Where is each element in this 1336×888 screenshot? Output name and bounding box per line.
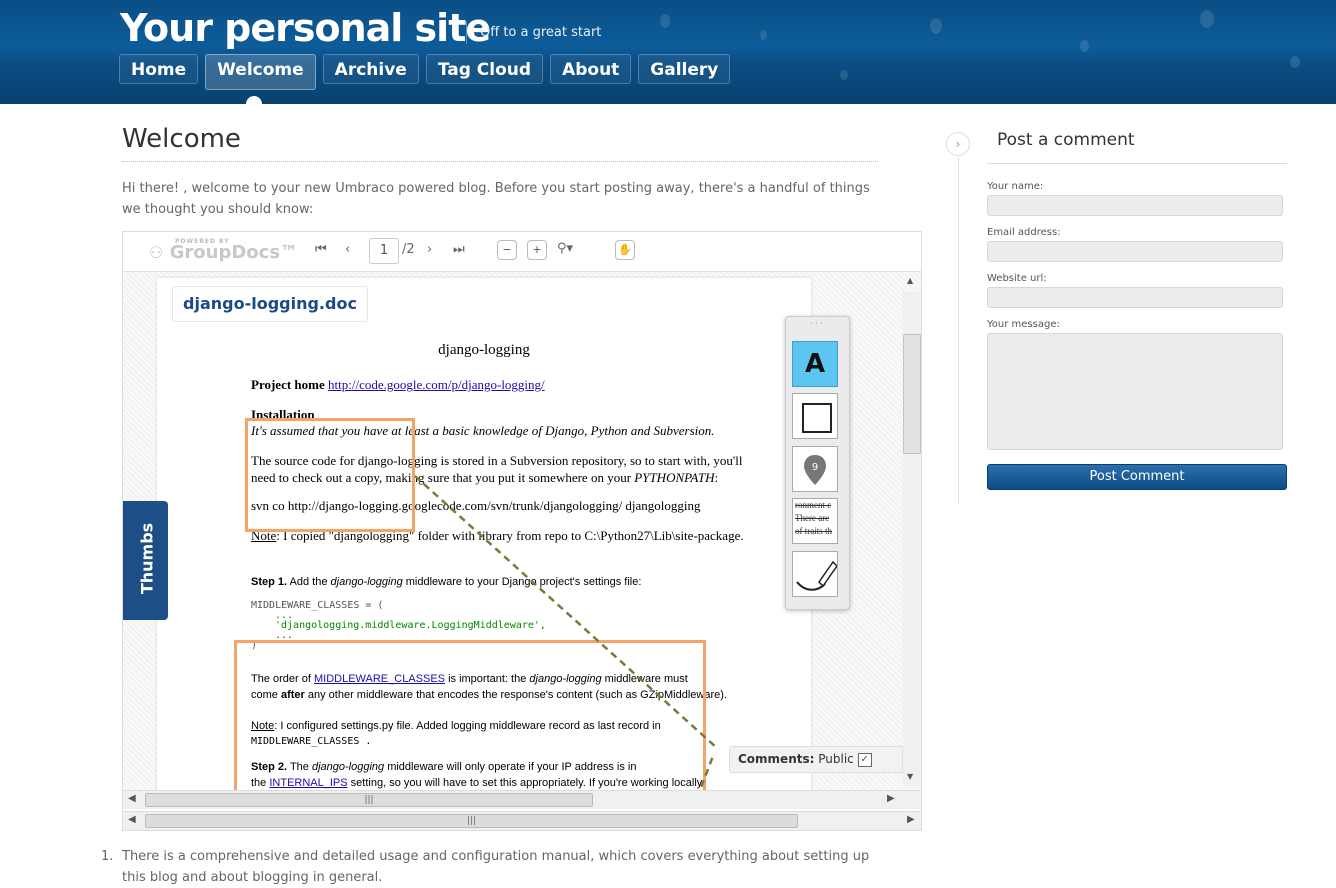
rectangle-tool[interactable] [792, 393, 838, 439]
drag-handle-icon[interactable]: · · · [810, 319, 823, 328]
name-field[interactable] [987, 195, 1283, 216]
rain-drop-decoration [1200, 10, 1214, 28]
prev-page-icon[interactable]: ‹ [345, 242, 350, 257]
comments-label: Comments: [738, 752, 815, 766]
main-nav: Home Welcome Archive Tag Cloud About Gal… [119, 54, 731, 90]
annotation-tools-panel: · · · A 9 ronment c There are of traits … [785, 316, 850, 610]
horizontal-scrollbar-outer[interactable]: ◀ ||| ▶ [123, 811, 921, 830]
rain-drop-decoration [930, 18, 942, 34]
email-field[interactable] [987, 241, 1283, 262]
horizontal-scroll-thumb[interactable]: ||| [145, 814, 798, 828]
zoom-out-icon[interactable]: − [497, 240, 517, 260]
thumbs-panel-tab[interactable]: Thumbs [123, 501, 168, 620]
scroll-right-arrow-icon[interactable]: ▶ [907, 814, 915, 825]
text-tool[interactable]: A [792, 341, 838, 387]
groupdocs-logo-icon: ⚇ [149, 243, 164, 262]
site-header: Your personal site Off to a great start … [0, 0, 1336, 104]
post-comment-button[interactable]: Post Comment [987, 464, 1287, 490]
draw-tool[interactable] [792, 551, 838, 597]
active-nav-marker [246, 96, 262, 104]
list-number: 1. [101, 849, 114, 864]
nav-item-archive[interactable]: Archive [322, 54, 419, 84]
document-viewer: POWERED BY ⚇ GroupDocs™ ⏮ ‹ 1 /2 › ⏭ − +… [122, 231, 922, 831]
site-tagline: Off to a great start [466, 22, 601, 44]
comments-public-checkbox[interactable]: ✓ [857, 752, 872, 767]
intro-text: Hi there! , welcome to your new Umbraco … [122, 181, 870, 217]
strikeout-sample-line: There are [795, 513, 830, 523]
groupdocs-logo: ⚇ GroupDocs™ [149, 242, 298, 263]
annotation-connector [414, 475, 718, 749]
point-tool[interactable]: 9 [792, 446, 838, 492]
page-number-input[interactable]: 1 [369, 238, 399, 264]
rectangle-icon [802, 403, 832, 433]
scroll-right-arrow-icon[interactable]: ▶ [887, 793, 895, 804]
thumbs-label: Thumbs [137, 522, 157, 595]
horizontal-scrollbar[interactable]: ◀ ||| ▶ [123, 790, 921, 809]
rain-drop-decoration [1080, 40, 1089, 52]
scroll-down-arrow-icon[interactable]: ▼ [907, 772, 913, 781]
website-field[interactable] [987, 287, 1283, 308]
rain-drop-decoration [760, 30, 767, 40]
email-label: Email address: [987, 227, 1061, 238]
nav-item-gallery[interactable]: Gallery [638, 54, 731, 84]
page-total: /2 [402, 242, 415, 257]
rain-drop-decoration [840, 70, 848, 80]
rain-drop-decoration [1290, 56, 1300, 68]
scroll-left-arrow-icon[interactable]: ◀ [128, 793, 136, 804]
vertical-scroll-thumb[interactable] [903, 334, 921, 454]
next-page-icon[interactable]: › [427, 242, 432, 257]
pan-hand-icon[interactable]: ✋ [615, 240, 635, 260]
last-page-icon[interactable]: ⏭ [453, 242, 465, 257]
page-title: Welcome [122, 124, 878, 162]
comments-toggle-bar[interactable]: Comments: Public ✓ [729, 746, 903, 773]
strikeout-sample-line: of traits th [795, 526, 832, 536]
annotation-connector-lines [414, 475, 718, 798]
nav-item-tag-cloud[interactable]: Tag Cloud [425, 54, 544, 84]
document-page: django-logging.doc django-logging Projec… [157, 278, 811, 798]
name-label: Your name: [987, 181, 1044, 192]
pen-icon [796, 560, 838, 591]
list-item: 1. There is a comprehensive and detailed… [101, 846, 883, 888]
first-page-icon[interactable]: ⏮ [315, 242, 327, 257]
rain-drop-decoration [660, 14, 670, 28]
comments-visibility: Public [818, 752, 854, 766]
nav-item-welcome[interactable]: Welcome [205, 54, 316, 90]
chevron-right-icon[interactable]: › [946, 132, 970, 156]
message-label: Your message: [987, 319, 1060, 330]
zoom-in-icon[interactable]: + [527, 240, 547, 260]
nav-item-about[interactable]: About [550, 54, 632, 84]
strikeout-sample-line: ronment c [795, 500, 832, 510]
nav-item-home[interactable]: Home [119, 54, 199, 84]
groupdocs-logo-text: GroupDocs™ [169, 242, 299, 263]
scroll-left-arrow-icon[interactable]: ◀ [128, 814, 136, 825]
list-text: There is a comprehensive and detailed us… [122, 849, 870, 885]
sidebar-divider [958, 132, 959, 504]
comment-form-title: Post a comment [987, 130, 1287, 164]
message-field[interactable] [987, 333, 1283, 450]
website-label: Website url: [987, 273, 1047, 284]
map-pin-icon: 9 [804, 455, 826, 485]
viewer-toolbar: POWERED BY ⚇ GroupDocs™ ⏮ ‹ 1 /2 › ⏭ − +… [123, 232, 921, 272]
scroll-up-arrow-icon[interactable]: ▲ [907, 276, 913, 285]
horizontal-scroll-thumb[interactable]: ||| [145, 793, 593, 807]
document-area: django-logging.doc django-logging Projec… [123, 272, 921, 798]
strikeout-tool[interactable]: ronment c There are of traits th [792, 498, 838, 544]
point-tool-label: 9 [812, 462, 818, 473]
zoom-menu-icon[interactable]: ⚲▾ [557, 241, 573, 256]
site-title[interactable]: Your personal site [120, 6, 491, 50]
